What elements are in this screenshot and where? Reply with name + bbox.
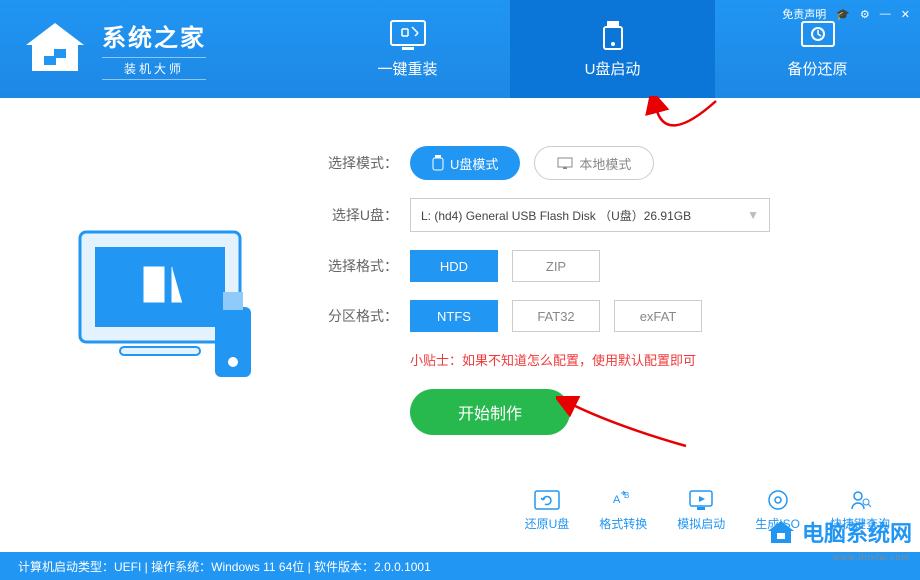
usb-small-icon: [432, 155, 444, 171]
monitor-icon: [388, 20, 428, 52]
titlebar-controls: 免责声明 🎓 ⚙ — ✕: [782, 6, 910, 22]
tip-text: 小贴士：如果不知道怎么配置，使用默认配置即可: [410, 350, 880, 369]
convert-icon: AB: [609, 489, 637, 511]
tab-usb-boot[interactable]: U盘启动: [510, 0, 715, 98]
chevron-down-icon: ▼: [747, 208, 759, 222]
illustration: [40, 128, 300, 435]
format-hdd[interactable]: HDD: [410, 250, 498, 282]
partition-ntfs[interactable]: NTFS: [410, 300, 498, 332]
monitor-small-icon: [557, 157, 573, 169]
app-title: 系统之家: [102, 18, 206, 53]
search-person-icon: [846, 489, 874, 511]
app-subtitle: 装机大师: [102, 57, 206, 80]
udisk-select[interactable]: L: (hd4) General USB Flash Disk （U盘）26.9…: [410, 198, 770, 232]
tab-label: 一键重装: [377, 58, 437, 79]
local-mode-button[interactable]: 本地模式: [534, 146, 654, 180]
usb-icon: [593, 20, 633, 52]
backup-icon: [798, 20, 838, 52]
tab-reinstall[interactable]: 一键重装: [305, 0, 510, 98]
config-panel: 选择模式： U盘模式 本地模式 选择U盘： L: (hd4) General U…: [320, 128, 880, 435]
tab-label: U盘启动: [585, 58, 641, 79]
usb-mode-button[interactable]: U盘模式: [410, 146, 520, 180]
watermark-house-icon: [766, 519, 796, 545]
status-text: 计算机启动类型：UEFI | 操作系统：Windows 11 64位 | 软件版…: [18, 558, 431, 575]
watermark: 电脑系统网 www.dnxtw.com: [766, 516, 912, 548]
settings-icon[interactable]: ⚙: [860, 8, 870, 21]
theme-icon[interactable]: 🎓: [836, 8, 850, 21]
watermark-url: www.dnxtw.com: [833, 552, 910, 562]
simulate-icon: [687, 489, 715, 511]
main-content: 选择模式： U盘模式 本地模式 选择U盘： L: (hd4) General U…: [0, 98, 920, 435]
iso-icon: [764, 489, 792, 511]
watermark-text: 电脑系统网: [802, 516, 912, 548]
partition-label: 分区格式：: [320, 306, 398, 326]
disclaimer-link[interactable]: 免责声明: [782, 6, 826, 22]
format-label: 选择格式：: [320, 256, 398, 276]
tab-label: 备份还原: [787, 58, 847, 79]
tool-format-convert[interactable]: AB 格式转换: [599, 489, 647, 532]
partition-fat32[interactable]: FAT32: [512, 300, 600, 332]
udisk-label: 选择U盘：: [320, 205, 398, 225]
restore-icon: [533, 489, 561, 511]
tool-simulate[interactable]: 模拟启动: [677, 489, 725, 532]
status-bar: 计算机启动类型：UEFI | 操作系统：Windows 11 64位 | 软件版…: [0, 552, 920, 580]
close-button[interactable]: ✕: [901, 8, 910, 21]
minimize-button[interactable]: —: [880, 8, 891, 20]
tool-restore-usb[interactable]: 还原U盘: [525, 489, 570, 532]
partition-exfat[interactable]: exFAT: [614, 300, 702, 332]
svg-text:A: A: [613, 494, 621, 506]
logo-area: 系统之家 装机大师: [0, 0, 305, 98]
udisk-value: L: (hd4) General USB Flash Disk （U盘）26.9…: [421, 207, 691, 224]
format-zip[interactable]: ZIP: [512, 250, 600, 282]
start-button[interactable]: 开始制作: [410, 389, 570, 435]
mode-label: 选择模式：: [320, 153, 398, 173]
logo-house-icon: [20, 19, 90, 79]
header: 系统之家 装机大师 一键重装 U盘启动 备份还原 免责声明 🎓 ⚙ — ✕: [0, 0, 920, 98]
